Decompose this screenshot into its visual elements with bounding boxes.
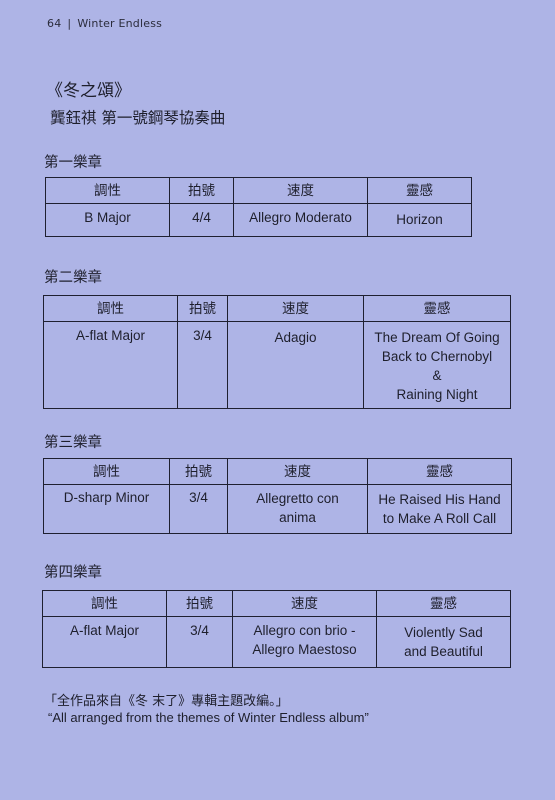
tempo-line: Adagio (274, 330, 317, 345)
table-row: B Major 4/4 Allegro Moderato Horizon (45, 203, 472, 237)
table-row: D-sharp Minor 3/4 Allegretto con anima H… (43, 484, 512, 534)
table-header-row: 調性 拍號 速度 靈感 (42, 590, 511, 617)
col-header-inspiration: 靈感 (367, 177, 472, 204)
inspiration-line: Horizon (396, 212, 443, 227)
time-cell: 3/4 (166, 616, 233, 668)
movement-4-table: 調性 拍號 速度 靈感 A-flat Major 3/4 Allegro con… (42, 590, 511, 668)
tempo-cell: Adagio (227, 321, 364, 409)
inspiration-cell: He Raised His Hand to Make A Roll Call (367, 484, 512, 534)
tempo-line: anima (279, 510, 316, 525)
col-header-tempo: 速度 (227, 295, 364, 322)
col-header-inspiration: 靈感 (363, 295, 511, 322)
time-cell: 4/4 (169, 203, 234, 237)
tempo-cell: Allegretto con anima (227, 484, 368, 534)
col-header-tempo: 速度 (227, 458, 368, 485)
footer-note-english: “All arranged from the themes of Winter … (48, 710, 369, 725)
time-cell: 3/4 (177, 321, 228, 409)
inspiration-line: and Beautiful (404, 644, 483, 659)
inspiration-line: to Make A Roll Call (382, 511, 497, 526)
col-header-inspiration: 靈感 (376, 590, 511, 617)
movement-2-heading: 第二樂章 (44, 270, 102, 286)
piece-title: 《冬之頌》 (46, 81, 131, 101)
col-header-key: 調性 (43, 295, 178, 322)
movement-1-table: 調性 拍號 速度 靈感 B Major 4/4 Allegro Moderato… (45, 177, 472, 237)
piece-subtitle: 龔鈺祺 第一號鋼琴協奏曲 (50, 109, 226, 127)
col-header-key: 調性 (45, 177, 170, 204)
tempo-cell: Allegro Moderato (233, 203, 368, 237)
table-row: A-flat Major 3/4 Adagio The Dream Of Goi… (43, 321, 511, 409)
inspiration-cell: Violently Sad and Beautiful (376, 616, 511, 668)
inspiration-line: Back to Chernobyl (381, 349, 493, 364)
tempo-line: Allegro Maestoso (252, 642, 357, 657)
movement-2-table: 調性 拍號 速度 靈感 A-flat Major 3/4 Adagio The … (43, 295, 511, 409)
inspiration-line: & (432, 368, 442, 383)
col-header-inspiration: 靈感 (367, 458, 512, 485)
tempo-cell: Allegro con brio - Allegro Maestoso (232, 616, 377, 668)
inspiration-cell: Horizon (367, 203, 472, 237)
key-cell: A-flat Major (42, 616, 167, 668)
inspiration-line: He Raised His Hand (378, 492, 501, 507)
col-header-time: 拍號 (169, 458, 228, 485)
key-cell: D-sharp Minor (43, 484, 170, 534)
running-header: 64 | Winter Endless (47, 17, 162, 30)
inspiration-cell: The Dream Of Going Back to Chernobyl & R… (363, 321, 511, 409)
col-header-tempo: 速度 (232, 590, 377, 617)
table-row: A-flat Major 3/4 Allegro con brio - Alle… (42, 616, 511, 668)
col-header-time: 拍號 (177, 295, 228, 322)
time-cell: 3/4 (169, 484, 228, 534)
col-header-time: 拍號 (166, 590, 233, 617)
col-header-time: 拍號 (169, 177, 234, 204)
table-header-row: 調性 拍號 速度 靈感 (43, 458, 512, 485)
header-separator: | (67, 17, 72, 30)
book-title: Winter Endless (77, 17, 163, 30)
page-number: 64 (47, 17, 62, 30)
inspiration-line: Raining Night (396, 387, 478, 402)
inspiration-line: Violently Sad (404, 625, 483, 640)
key-cell: A-flat Major (43, 321, 178, 409)
tempo-line: Allegretto con (256, 491, 339, 506)
footer-note-chinese: 「全作品來自《冬 末了》專輯主題改編。」 (44, 694, 289, 709)
col-header-key: 調性 (42, 590, 167, 617)
table-header-row: 調性 拍號 速度 靈感 (43, 295, 511, 322)
table-header-row: 調性 拍號 速度 靈感 (45, 177, 472, 204)
movement-3-heading: 第三樂章 (44, 435, 102, 451)
col-header-tempo: 速度 (233, 177, 368, 204)
inspiration-line: The Dream Of Going (374, 330, 500, 345)
tempo-line: Allegro con brio - (253, 623, 356, 638)
tempo-line: Allegro Moderato (249, 210, 352, 225)
movement-4-heading: 第四樂章 (44, 565, 102, 581)
movement-3-table: 調性 拍號 速度 靈感 D-sharp Minor 3/4 Allegretto… (43, 458, 512, 534)
col-header-key: 調性 (43, 458, 170, 485)
movement-1-heading: 第一樂章 (44, 155, 102, 171)
key-cell: B Major (45, 203, 170, 237)
